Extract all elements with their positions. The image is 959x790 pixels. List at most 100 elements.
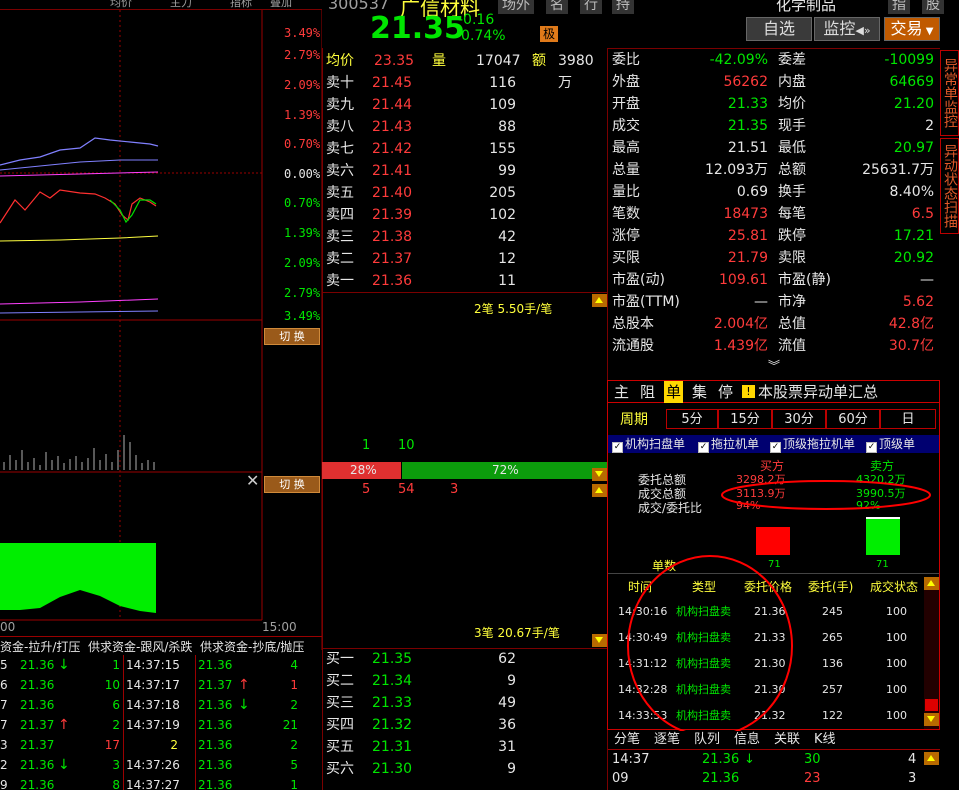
metric-label: 总值: [778, 316, 806, 332]
bid-row[interactable]: 买四 21.32 36: [326, 714, 606, 736]
header-tab[interactable]: 场外: [498, 0, 534, 14]
side-tab-anomaly-scan[interactable]: 异动状态扫描: [940, 138, 959, 234]
expand-chevron-icon[interactable]: ︾: [768, 357, 780, 374]
tab-queue[interactable]: 队列: [694, 730, 720, 750]
bid-volume: 31: [498, 739, 516, 755]
tick-price: 21.36: [20, 698, 55, 712]
tick-time: 14:37:17: [126, 678, 180, 692]
fundamental-row: 成交 21.35 现手 2: [612, 115, 938, 137]
metric-label: 跌停: [778, 228, 806, 244]
ask-row[interactable]: 卖四 21.39 102: [326, 204, 606, 226]
switch-button[interactable]: 切 换: [264, 476, 320, 493]
switch-button[interactable]: 切 换: [264, 328, 320, 345]
tick-row: 9 21.36 8 14:37:27 21.36 1: [0, 775, 322, 790]
metric-value: 56262: [723, 74, 768, 90]
fundamental-row: 最高 21.51 最低 20.97: [612, 137, 938, 159]
bid-volume: 9: [507, 761, 516, 777]
bid-label: 买五: [326, 739, 354, 755]
bid-volume: 9: [507, 673, 516, 689]
ask-row[interactable]: 卖二 21.37 12: [326, 248, 606, 270]
tick-prefix: 7: [0, 698, 8, 712]
fundamental-row: 量比 0.69 换手 8.40%: [612, 181, 938, 203]
bid-label: 买一: [326, 651, 354, 667]
scroll-up-icon[interactable]: [924, 752, 939, 765]
ask-label: 卖三: [326, 229, 354, 245]
scroll-down-icon[interactable]: [592, 468, 607, 481]
pct-tick: 0.00%: [284, 167, 321, 181]
monitor-button[interactable]: 监控◀»: [814, 17, 880, 41]
tick-prefix: 7: [0, 718, 8, 732]
watchlist-button[interactable]: 自选: [746, 17, 812, 41]
ask-price: 21.39: [372, 207, 413, 223]
side-tab-anomaly-monitor[interactable]: 异常单监控: [940, 50, 959, 136]
trading-terminal: 均价 主力 指标 叠加 300537 广信材料 场外 名 行 持 化学制品 指 …: [0, 0, 959, 790]
chart-tab[interactable]: 主力: [170, 0, 192, 10]
header-tab[interactable]: 持: [612, 0, 634, 14]
tick-qty: 10: [104, 678, 120, 692]
metric-label: 市净: [778, 294, 806, 310]
metric-label: 买限: [612, 250, 640, 266]
metric-label: 总额: [778, 162, 806, 178]
bid-price: 21.34: [372, 673, 413, 689]
ask-row[interactable]: 卖十 21.45 116: [326, 72, 606, 94]
ask-label: 卖九: [326, 97, 354, 113]
metric-label: 流值: [778, 338, 806, 354]
ask-label: 卖七: [326, 141, 354, 157]
metric-label: 委比: [612, 52, 640, 68]
flow-count: 5: [362, 482, 371, 497]
ask-row[interactable]: 卖七 21.42 155: [326, 138, 606, 160]
metric-value: 25631.7万: [862, 162, 934, 178]
header-tab[interactable]: 名: [546, 0, 568, 14]
bid-queue-info: 3笔 20.67手/笔: [474, 626, 560, 640]
tick-price: 21.36: [198, 738, 233, 752]
bid-row[interactable]: 买三 21.33 49: [326, 692, 606, 714]
tab-tick-by-tick[interactable]: 逐笔: [654, 730, 680, 750]
tab-info[interactable]: 信息: [734, 730, 760, 750]
ask-row[interactable]: 卖五 21.40 205: [326, 182, 606, 204]
metric-label: 涨停: [612, 228, 640, 244]
metric-label: 流通股: [612, 338, 654, 354]
tab-kline[interactable]: K线: [814, 730, 836, 750]
scroll-down-icon[interactable]: [592, 634, 607, 647]
fundamental-row: 外盘 56262 内盘 64669: [612, 71, 938, 93]
ask-row[interactable]: 卖八 21.43 88: [326, 116, 606, 138]
bid-price: 21.32: [372, 717, 413, 733]
bid-row[interactable]: 买一 21.35 62: [326, 648, 606, 670]
ask-row[interactable]: 卖一 21.36 11: [326, 270, 606, 292]
bid-price: 21.33: [372, 695, 413, 711]
scroll-up-icon[interactable]: [592, 484, 607, 497]
metric-value: 25.81: [727, 228, 768, 244]
chart-tab[interactable]: 叠加: [270, 0, 292, 10]
trade-button[interactable]: 交易 ▼: [884, 17, 940, 41]
header-tab[interactable]: 行: [580, 0, 602, 14]
fund-tick-panel: 资金-拉升/打压 供求资金-跟风/杀跌 供求资金-抄底/抛压 5 21.36 ↓ 1 1…: [0, 636, 322, 790]
ask-row[interactable]: 卖九 21.44 109: [326, 94, 606, 116]
ratio-left: 28%: [350, 463, 377, 477]
tick-row: 6 21.36 10 14:37:17 21.37 ↑ 1: [0, 675, 322, 695]
header-tab[interactable]: 股: [922, 0, 944, 14]
pct-tick: 2.79%: [284, 48, 321, 62]
metric-value: —: [920, 272, 934, 288]
metric-label: 均价: [778, 96, 806, 112]
fundamental-row: 市盈(TTM) — 市净 5.62: [612, 291, 938, 313]
scroll-up-icon[interactable]: [592, 294, 607, 307]
ask-label: 卖四: [326, 207, 354, 223]
avg-value: 23.35: [374, 53, 415, 69]
tab-ticks[interactable]: 分笔: [614, 730, 640, 750]
ask-row[interactable]: 卖三 21.38 42: [326, 226, 606, 248]
tick-qty: 8: [112, 778, 120, 790]
pct-tick: 2.79%: [284, 286, 321, 300]
sector-name: 化学制品: [776, 0, 837, 14]
bid-row[interactable]: 买六 21.30 9: [326, 758, 606, 780]
header-tab[interactable]: 指: [888, 0, 910, 14]
metric-label: 总量: [612, 162, 640, 178]
chart-tab[interactable]: 均价: [110, 0, 132, 10]
ask-volume: 116: [489, 75, 516, 91]
chart-tab[interactable]: 指标: [230, 0, 252, 10]
pct-tick: 0.70%: [284, 137, 321, 151]
metric-label: 委差: [778, 52, 806, 68]
bid-row[interactable]: 买二 21.34 9: [326, 670, 606, 692]
tab-related[interactable]: 关联: [774, 730, 800, 750]
ask-row[interactable]: 卖六 21.41 99: [326, 160, 606, 182]
bid-row[interactable]: 买五 21.31 31: [326, 736, 606, 758]
